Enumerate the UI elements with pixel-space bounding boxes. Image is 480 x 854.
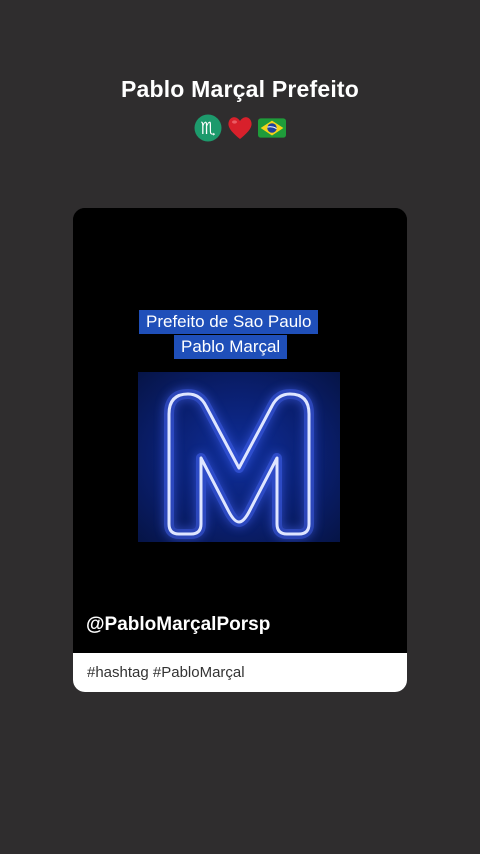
account-handle[interactable]: @PabloMarçalPorsp <box>86 614 270 636</box>
scorpio-icon: ♏ <box>194 114 222 142</box>
neon-sign <box>138 372 340 542</box>
video-card[interactable]: Prefeito de Sao Paulo Pablo Marçal @Pabl… <box>73 208 407 692</box>
svg-text:♏: ♏ <box>200 119 215 139</box>
brazil-flag-icon <box>258 114 286 142</box>
emoji-row: ♏ <box>0 114 480 142</box>
red-heart-icon <box>226 114 254 142</box>
hashtags-text[interactable]: #hashtag #PabloMarçal <box>87 664 245 681</box>
post-title: Pablo Marçal Prefeito <box>120 76 360 102</box>
caption-line-1: Prefeito de Sao Paulo <box>139 310 319 334</box>
hashtag-bar: #hashtag #PabloMarçal <box>73 653 407 692</box>
neon-letter-m-glyph <box>164 389 314 539</box>
caption-line-2: Pablo Marçal <box>174 335 288 359</box>
video-frame[interactable]: Prefeito de Sao Paulo Pablo Marçal @Pabl… <box>73 208 407 653</box>
